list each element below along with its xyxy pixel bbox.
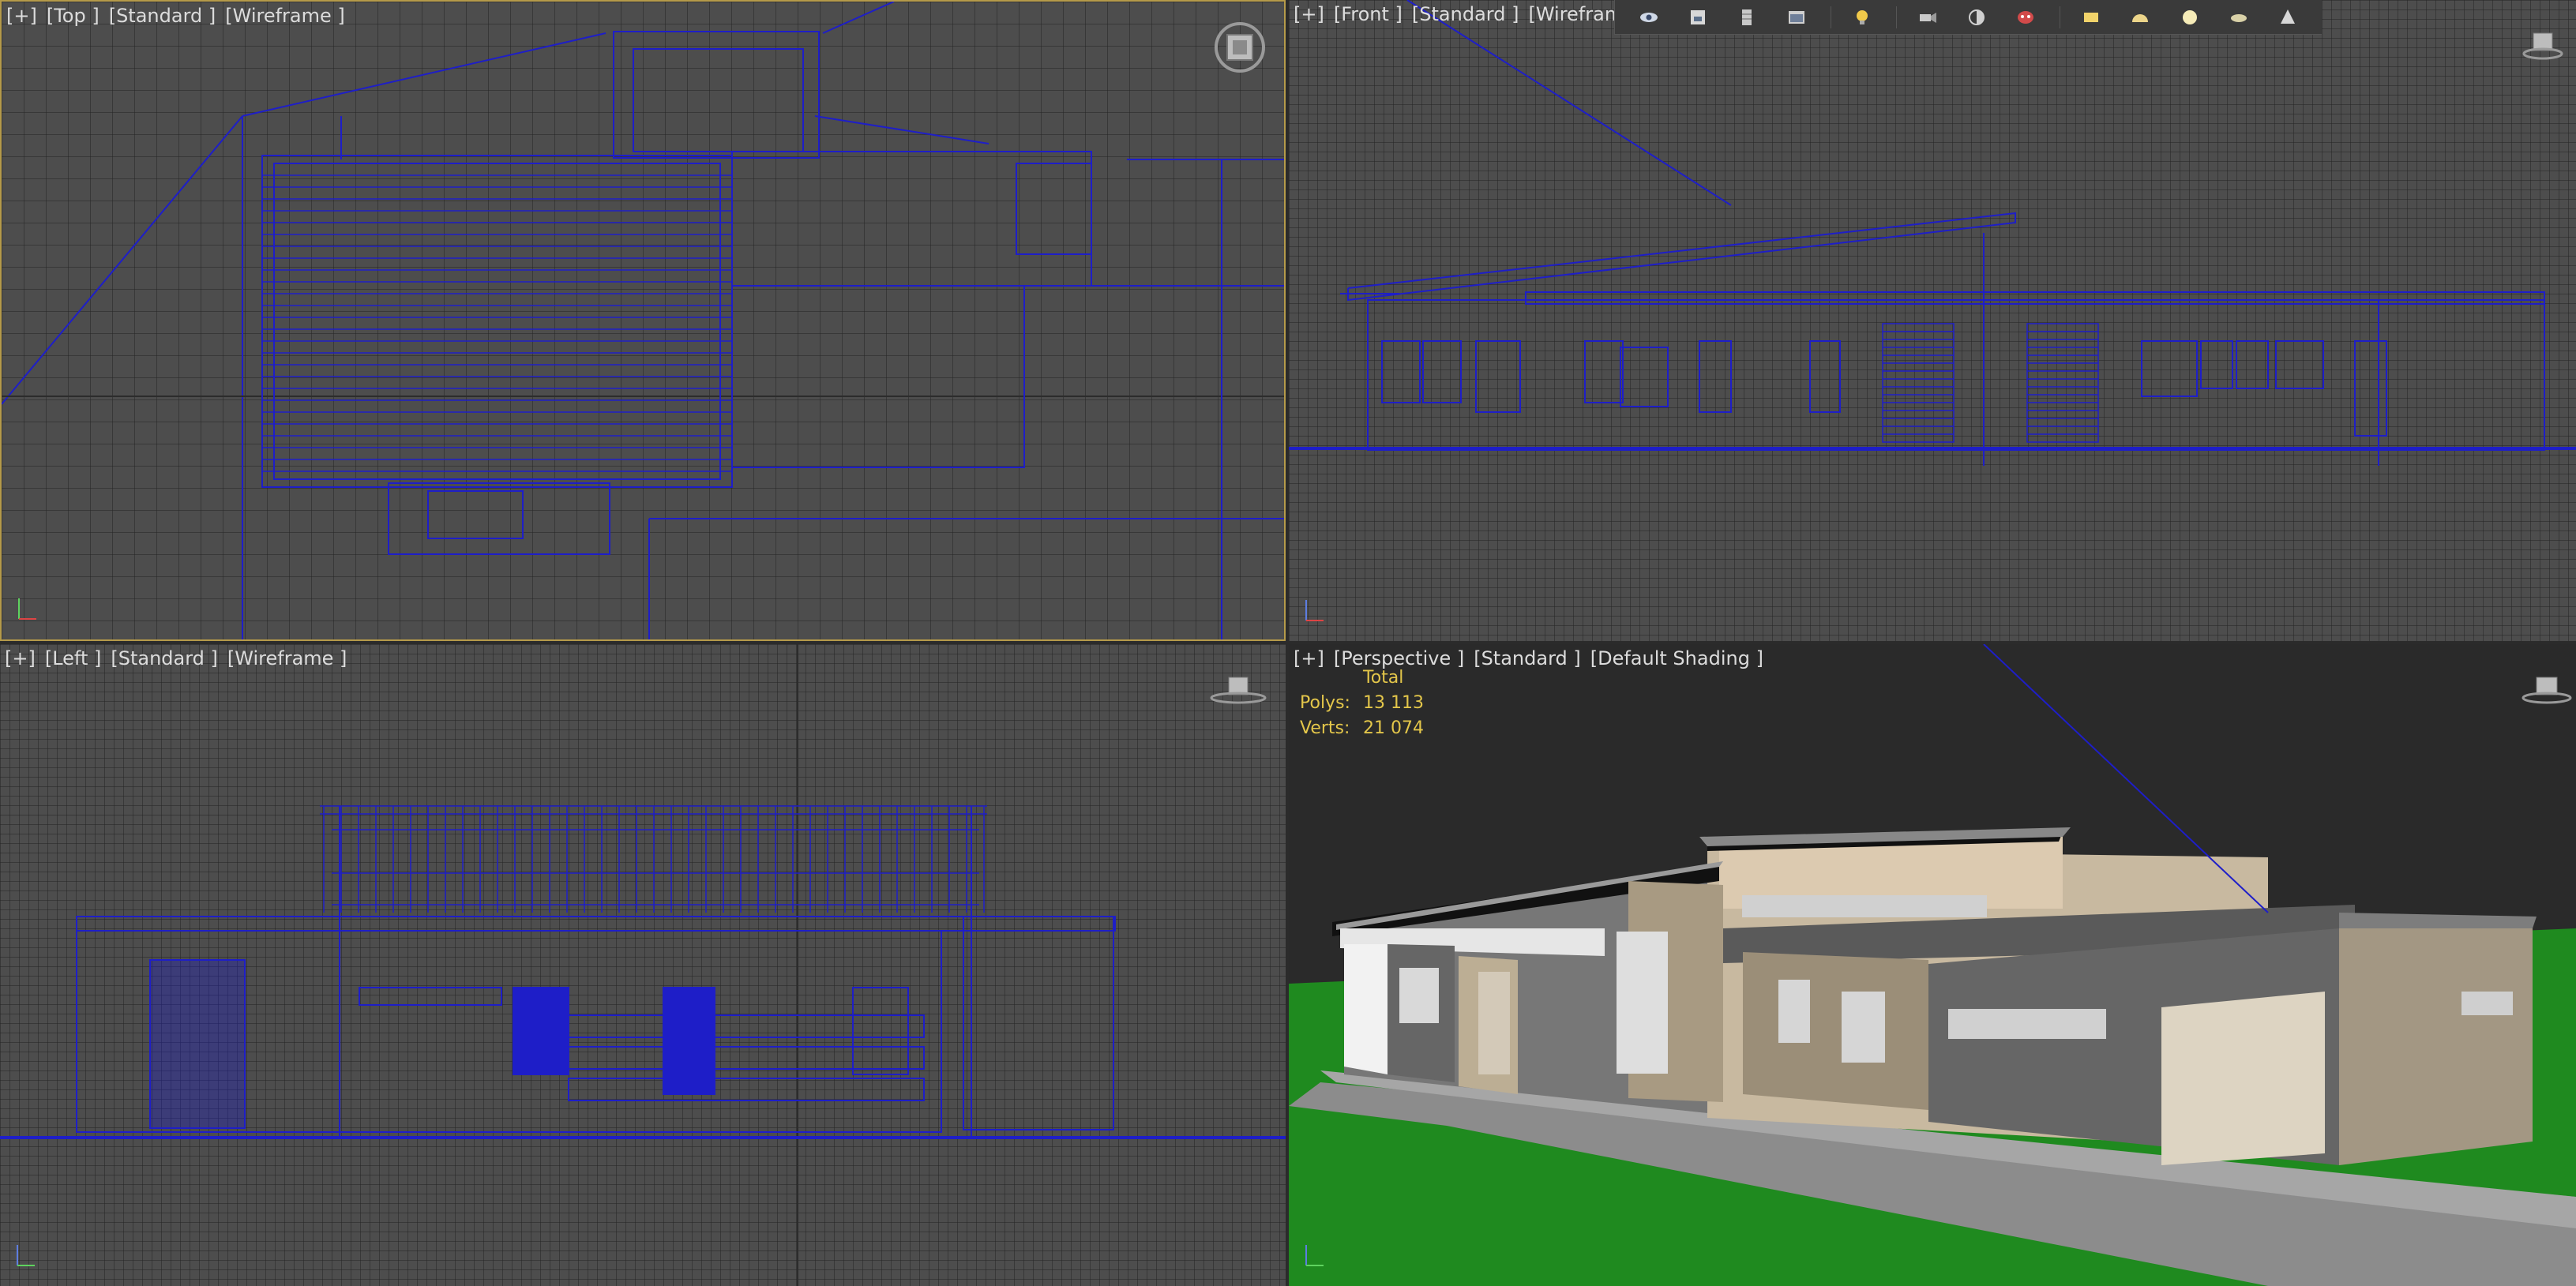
viewcube-icon[interactable] [1210,17,1270,81]
viewport-standard-menu[interactable]: [Standard ] [1412,3,1519,25]
left-wireframe [0,644,1286,1286]
polys-label: Polys: [1300,692,1350,713]
viewport-label-top[interactable]: [+] [Top ] [Standard ] [Wireframe ] [6,5,355,27]
viewport-view-menu[interactable]: [Front ] [1334,3,1403,25]
frame-icon[interactable] [1782,5,1812,30]
viewcube-icon[interactable] [2521,674,2573,709]
viewport-left[interactable]: [+] [Left ] [Standard ] [Wireframe ] [0,644,1286,1286]
viewport-toolbar [1614,0,2322,35]
axis-gizmo-icon [14,1240,38,1272]
top-wireframe [2,2,1284,639]
viewport-view-menu[interactable]: [Left ] [45,647,102,669]
viewcube-icon[interactable] [2521,30,2565,65]
stats-overlay: Total Polys: 13 113 Verts: 21 074 [1300,665,1424,740]
viewport-view-menu[interactable]: [Top ] [47,5,100,27]
viewport-plus-menu[interactable]: [+] [1294,3,1324,25]
axis-gizmo-icon [16,594,39,625]
axis-gizmo-icon [1303,1240,1327,1272]
viewport-front[interactable]: [+] [Front ] [Standard ] [Wireframe ] [1289,0,2576,641]
viewport-shading-menu[interactable]: [Wireframe ] [227,647,347,669]
cone-icon[interactable] [2273,5,2303,30]
viewport-plus-menu[interactable]: [+] [5,647,36,669]
front-wireframe [1289,0,2576,466]
mask-icon[interactable] [2011,5,2041,30]
dome-icon[interactable] [2125,5,2155,30]
viewport-label-front[interactable]: [+] [Front ] [Standard ] [Wireframe ] [1294,3,1658,25]
viewport-shading-menu[interactable]: [Default Shading ] [1590,647,1763,669]
eye-icon[interactable] [1634,5,1664,30]
camera-icon[interactable] [1913,5,1943,30]
toolbar-separator [1895,6,1897,28]
polys-value: 13 113 [1363,692,1424,713]
spot-icon[interactable] [1962,5,1992,30]
viewport-standard-menu[interactable]: [Standard ] [111,647,218,669]
perspective-scene [1289,644,2576,1286]
layer-icon[interactable] [1732,5,1762,30]
verts-label: Verts: [1300,718,1350,738]
rect-light-icon[interactable] [2076,5,2106,30]
viewport-standard-menu[interactable]: [Standard ] [109,5,216,27]
axis-gizmo-icon [1303,595,1327,627]
viewport-label-left[interactable]: [+] [Left ] [Standard ] [Wireframe ] [5,647,356,669]
viewport-top[interactable]: [+] [Top ] [Standard ] [Wireframe ] [0,0,1286,641]
viewport-perspective[interactable]: [+] [Perspective ] [Standard ] [Default Sha… [1289,644,2576,1286]
light-bulb-icon[interactable] [1847,5,1877,30]
viewport-plus-menu[interactable]: [+] [6,5,37,27]
viewcube-icon[interactable] [1208,674,1268,709]
disc-icon[interactable] [2224,5,2254,30]
stats-title: Total [1363,667,1404,688]
render-icon[interactable] [1683,5,1713,30]
verts-value: 21 074 [1363,718,1424,738]
viewport-shading-menu[interactable]: [Wireframe ] [225,5,345,27]
viewport-standard-menu[interactable]: [Standard ] [1474,647,1581,669]
sphere-icon[interactable] [2175,5,2205,30]
